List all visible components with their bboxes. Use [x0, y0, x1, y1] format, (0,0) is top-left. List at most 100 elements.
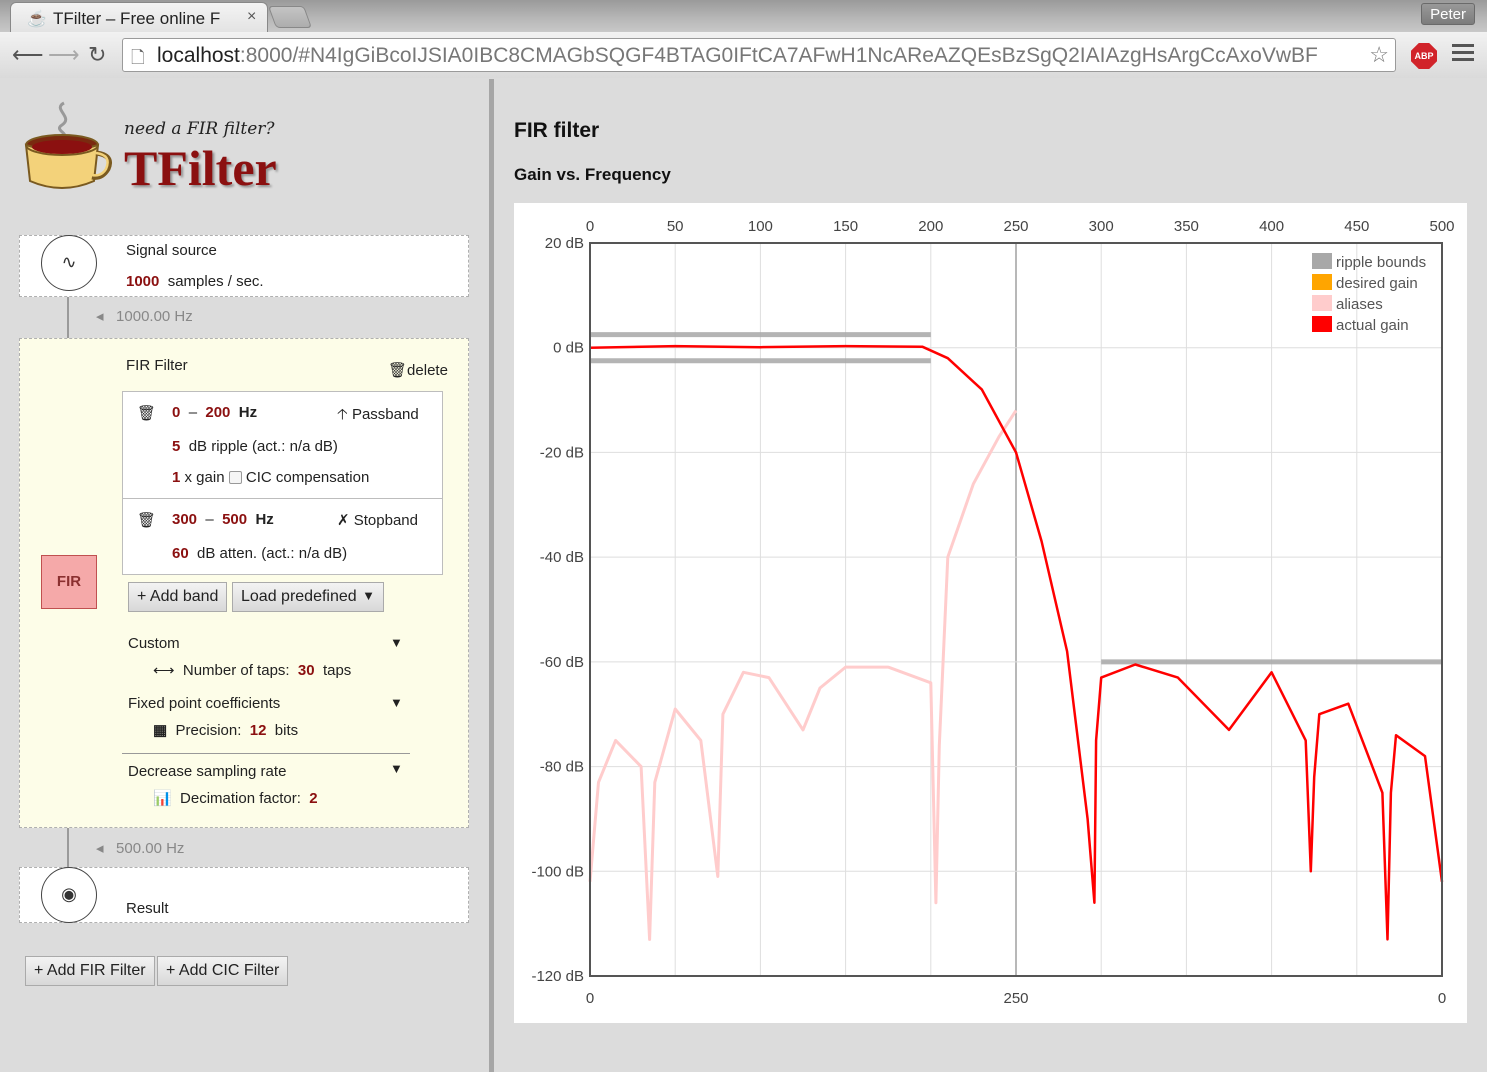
passband-range: 0 – 200 Hz: [172, 404, 257, 421]
legend-label: aliases: [1336, 296, 1383, 313]
logo-tagline: need a FIR filter?: [124, 119, 275, 139]
fir-filter-title: FIR Filter: [126, 357, 188, 374]
forward-arrow-icon[interactable]: ⟶: [48, 42, 80, 68]
x-bottom-tick-label: 250: [1003, 990, 1028, 1007]
passband-type-label: Passband: [351, 406, 419, 423]
x-top-tick-label: 400: [1259, 218, 1284, 235]
add-fir-filter-button[interactable]: + Add FIR Filter: [25, 956, 155, 986]
x-top-tick-label: 500: [1429, 218, 1454, 235]
sample-rate-row: 1000 samples / sec.: [126, 273, 264, 290]
passband-to[interactable]: 200: [205, 404, 230, 421]
gain-value[interactable]: 1: [172, 469, 180, 486]
gain-row: 1 x gain CIC compensation: [172, 469, 369, 486]
browser-toolbar: ⟵ ⟶ ↻ 🗋 localhost:8000/#N4IgGiBcoIJSIA0I…: [0, 32, 1487, 78]
url-text[interactable]: localhost:8000/#N4IgGiBcoIJSIA0IBC8CMAGb…: [157, 44, 1357, 68]
fixed-point-section-title: Fixed point coefficients: [128, 695, 281, 712]
bookmark-star-icon[interactable]: ☆: [1369, 42, 1389, 68]
y-tick-label: 0 dB: [553, 340, 584, 357]
passband-type-toggle[interactable]: 🡡 Passband: [337, 404, 419, 429]
source-frequency-value: 1000.00 Hz: [116, 308, 193, 325]
precision-value[interactable]: 12: [250, 722, 267, 739]
precision-unit: bits: [274, 722, 299, 739]
address-bar[interactable]: 🗋 localhost:8000/#N4IgGiBcoIJSIA0IBC8CMA…: [122, 38, 1396, 72]
adblock-plus-icon[interactable]: ABP: [1411, 43, 1437, 69]
trash-icon[interactable]: 🗑: [137, 511, 156, 529]
cic-compensation-label: CIC compensation: [245, 469, 370, 486]
page-icon: 🗋: [131, 48, 145, 67]
aliases-line: [588, 409, 1018, 941]
load-predefined-dropdown[interactable]: Load predefined ▼: [232, 582, 384, 612]
delete-filter-button[interactable]: 🗑delete: [388, 361, 448, 379]
stopband-from[interactable]: 300: [172, 511, 197, 528]
stopband-to[interactable]: 500: [222, 511, 247, 528]
taps-unit: taps: [322, 662, 352, 679]
url-host: localhost: [157, 44, 240, 67]
x-top-tick-label: 250: [1003, 218, 1028, 235]
precision-row: ▦ Precision: 12 bits: [153, 721, 298, 739]
ripple-row: 5 dB ripple (act.: n/a dB): [172, 438, 338, 455]
x-bottom-tick-label: 0: [1438, 990, 1446, 1007]
sample-rate-value[interactable]: 1000: [126, 273, 159, 290]
atten-value[interactable]: 60: [172, 545, 189, 562]
stopband-unit: Hz: [255, 511, 274, 528]
tab-strip: ☕ TFilter – Free online F × Peter: [0, 0, 1487, 32]
coffee-cup-logo-icon: [24, 101, 112, 189]
trash-icon[interactable]: 🗑: [137, 404, 156, 422]
x-top-tick-label: 350: [1174, 218, 1199, 235]
browser-menu-icon[interactable]: [1452, 44, 1474, 65]
custom-section-title: Custom: [128, 635, 180, 652]
back-arrow-icon[interactable]: ⟵: [12, 42, 44, 68]
tab-close-icon[interactable]: ×: [247, 8, 256, 26]
gain-chart: 0 50 100 150 200 250 300 350 400 450 500 20 dB 0 dB -…: [531, 218, 1454, 1007]
stopband-box: 🗑 300 – 500 Hz ✗ Stopband 60 dB atten. (…: [122, 498, 443, 575]
stopband-type-toggle[interactable]: ✗ Stopband: [337, 511, 418, 529]
right-panel: FIR filter Gain vs. Frequency 0 50 100 150 2…: [494, 79, 1487, 1072]
add-band-button[interactable]: + Add band: [128, 582, 228, 612]
atten-row: 60 dB atten. (act.: n/a dB): [172, 545, 347, 562]
dropdown-arrow-icon: ▼: [362, 588, 375, 603]
fixed-point-dropdown-arrow-icon[interactable]: ▼: [390, 695, 403, 710]
url-path: :8000/#N4IgGiBcoIJSIA0IBC8CMAGbSQGF4BTAG…: [239, 44, 1318, 67]
stopband-type-label: Stopband: [353, 512, 418, 529]
fir-block[interactable]: FIR: [41, 555, 97, 609]
legend-swatch: [1312, 253, 1332, 269]
stopband-range: 300 – 500 Hz: [172, 511, 274, 528]
y-tick-label: -20 dB: [540, 444, 584, 461]
mute-icon: ✗: [337, 512, 350, 529]
decrease-rate-dropdown-arrow-icon[interactable]: ▼: [390, 761, 403, 776]
passband-box: 🗑 0 – 200 Hz 🡡 Passband 5 dB ripple (act…: [122, 391, 443, 499]
x-top-tick-label: 150: [833, 218, 858, 235]
result-title: Result: [126, 900, 169, 917]
x-top-tick-label: 50: [667, 218, 684, 235]
chart-container: 0 50 100 150 200 250 300 350 400 450 500 20 dB 0 dB -…: [514, 203, 1467, 1023]
taps-label: Number of taps:: [182, 662, 290, 679]
custom-dropdown-arrow-icon[interactable]: ▼: [390, 635, 403, 650]
precision-label: Precision:: [175, 722, 242, 739]
x-top-tick-label: 200: [918, 218, 943, 235]
x-bottom-tick-label: 0: [586, 990, 594, 1007]
atten-text: dB atten. (act.: n/a dB): [197, 545, 348, 562]
cic-compensation-checkbox[interactable]: [228, 471, 242, 484]
sample-rate-unit: samples / sec.: [167, 273, 264, 290]
y-tick-label: 20 dB: [545, 235, 584, 252]
decimation-value[interactable]: 2: [309, 790, 317, 807]
y-tick-label: -40 dB: [540, 549, 584, 566]
new-tab-button[interactable]: [267, 6, 313, 28]
y-tick-label: -120 dB: [531, 968, 584, 985]
decimation-row: 📊 Decimation factor: 2: [153, 789, 318, 807]
user-profile-button[interactable]: Peter: [1421, 3, 1475, 25]
legend-swatch: [1312, 316, 1332, 332]
reload-icon[interactable]: ↻: [88, 42, 106, 68]
legend-label: actual gain: [1336, 317, 1409, 334]
ripple-value[interactable]: 5: [172, 438, 180, 455]
y-tick-label: -80 dB: [540, 759, 584, 776]
passband-from[interactable]: 0: [172, 404, 180, 421]
delete-filter-label: delete: [407, 362, 448, 379]
taps-value[interactable]: 30: [298, 662, 315, 679]
legend-label: desired gain: [1336, 275, 1418, 292]
gain-text: x gain: [184, 469, 225, 486]
add-cic-filter-button[interactable]: + Add CIC Filter: [157, 956, 289, 986]
passband-dash: –: [188, 404, 198, 421]
browser-tab[interactable]: ☕ TFilter – Free online F ×: [10, 2, 268, 32]
grid-icon: ▦: [153, 722, 168, 739]
